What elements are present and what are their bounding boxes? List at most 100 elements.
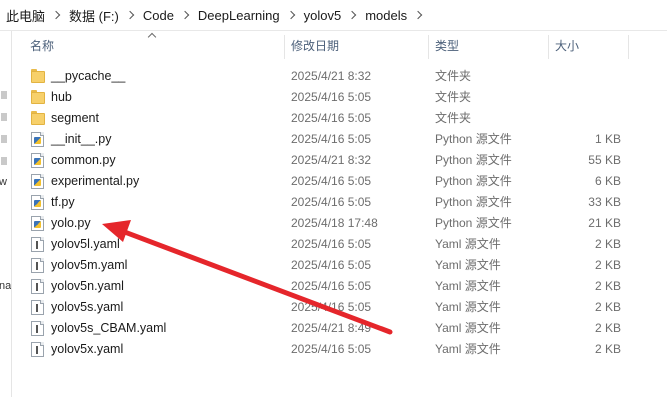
- yaml-file-icon: [31, 279, 44, 294]
- file-size: [553, 108, 621, 129]
- navigation-pane[interactable]: w na: [0, 31, 12, 397]
- file-row[interactable]: yolov5s.yaml 2025/4/16 5:05 Yaml 源文件 2 KB: [13, 297, 667, 318]
- chevron-right-icon[interactable]: [180, 9, 192, 21]
- column-header-type[interactable]: 类型: [435, 31, 459, 62]
- file-type: Yaml 源文件: [435, 279, 501, 293]
- python-file-icon: [31, 195, 44, 210]
- yaml-file-icon: [31, 342, 44, 357]
- chevron-right-icon[interactable]: [286, 9, 298, 21]
- file-type: Yaml 源文件: [435, 258, 501, 272]
- file-date-modified: 2025/4/16 5:05: [291, 237, 372, 251]
- breadcrumb-label: Code: [142, 7, 174, 23]
- file-name: tf.py: [51, 195, 75, 209]
- breadcrumb-label: yolov5: [303, 7, 342, 23]
- file-date-modified: 2025/4/16 5:05: [291, 111, 372, 125]
- folder-icon: [31, 111, 45, 126]
- file-name: yolov5l.yaml: [51, 237, 120, 251]
- file-name: segment: [51, 111, 99, 125]
- file-row[interactable]: yolo.py 2025/4/18 17:48 Python 源文件 21 KB: [13, 213, 667, 234]
- file-type: 文件夹: [435, 69, 472, 83]
- pin-icon: [1, 113, 7, 121]
- yaml-file-icon: [31, 321, 44, 336]
- file-date-modified: 2025/4/16 5:05: [291, 90, 372, 104]
- file-list[interactable]: 名称 修改日期 类型 大小 __pycache__ 2025/4/21 8:32 文…: [13, 31, 667, 397]
- column-divider[interactable]: [548, 35, 549, 59]
- file-size: 2 KB: [594, 237, 621, 251]
- python-file-icon: [31, 153, 44, 168]
- file-name: experimental.py: [51, 174, 140, 188]
- file-name: yolov5s.yaml: [51, 300, 124, 314]
- yaml-file-icon: [31, 300, 44, 315]
- breadcrumb-label: 此电脑: [6, 8, 46, 24]
- file-name: hub: [51, 90, 72, 104]
- address-bar[interactable]: 此电脑 数据 (F:) Code DeepLearning yolov5 mod…: [0, 0, 667, 31]
- file-row[interactable]: __init__.py 2025/4/16 5:05 Python 源文件 1 KB: [13, 129, 667, 150]
- file-date-modified: 2025/4/21 8:49: [291, 321, 372, 335]
- file-type: Python 源文件: [435, 195, 512, 209]
- file-name: yolo.py: [51, 216, 91, 230]
- file-size: 2 KB: [594, 321, 621, 335]
- file-row[interactable]: yolov5m.yaml 2025/4/16 5:05 Yaml 源文件 2 KB: [13, 255, 667, 276]
- file-date-modified: 2025/4/18 17:48: [291, 216, 378, 230]
- file-type: Yaml 源文件: [435, 342, 501, 356]
- chevron-right-icon[interactable]: [51, 9, 63, 21]
- pin-icon: [1, 135, 7, 143]
- breadcrumb-label: DeepLearning: [197, 7, 280, 23]
- file-date-modified: 2025/4/16 5:05: [291, 342, 372, 356]
- file-type: Yaml 源文件: [435, 237, 501, 251]
- python-file-icon: [31, 174, 44, 189]
- file-name: __init__.py: [51, 132, 112, 146]
- chevron-right-icon[interactable]: [347, 9, 359, 21]
- file-row[interactable]: yolov5l.yaml 2025/4/16 5:05 Yaml 源文件 2 KB: [13, 234, 667, 255]
- file-size: 1 KB: [594, 132, 621, 146]
- breadcrumb-item-drive[interactable]: 数据 (F:): [63, 0, 137, 30]
- pin-icon: [1, 157, 7, 165]
- column-header-row: 名称 修改日期 类型 大小: [13, 31, 667, 62]
- column-divider[interactable]: [284, 35, 285, 59]
- breadcrumb-item-models[interactable]: models: [359, 0, 425, 30]
- column-divider[interactable]: [628, 35, 629, 59]
- chevron-right-icon[interactable]: [413, 9, 425, 21]
- file-row[interactable]: __pycache__ 2025/4/21 8:32 文件夹: [13, 66, 667, 87]
- python-file-icon: [31, 216, 44, 231]
- file-row[interactable]: yolov5n.yaml 2025/4/16 5:05 Yaml 源文件 2 KB: [13, 276, 667, 297]
- sort-ascending-icon: [148, 33, 156, 39]
- chevron-right-icon[interactable]: [125, 9, 137, 21]
- file-type: Yaml 源文件: [435, 300, 501, 314]
- file-size: 2 KB: [594, 342, 621, 356]
- file-size: 55 KB: [588, 153, 621, 167]
- file-type: Python 源文件: [435, 132, 512, 146]
- yaml-file-icon: [31, 258, 44, 273]
- column-header-date[interactable]: 修改日期: [291, 31, 339, 62]
- file-name: yolov5n.yaml: [51, 279, 124, 293]
- file-row[interactable]: yolov5s_CBAM.yaml 2025/4/21 8:49 Yaml 源文件 2…: [13, 318, 667, 339]
- column-header-name[interactable]: 名称: [30, 31, 54, 62]
- nav-item-fragment[interactable]: w: [0, 176, 11, 188]
- file-type: Python 源文件: [435, 216, 512, 230]
- file-row[interactable]: segment 2025/4/16 5:05 文件夹: [13, 108, 667, 129]
- file-row[interactable]: yolov5x.yaml 2025/4/16 5:05 Yaml 源文件 2 KB: [13, 339, 667, 360]
- file-date-modified: 2025/4/16 5:05: [291, 300, 372, 314]
- breadcrumb-item-deeplearning[interactable]: DeepLearning: [192, 0, 298, 30]
- column-header-size[interactable]: 大小: [555, 31, 579, 62]
- file-type: Python 源文件: [435, 174, 512, 188]
- file-row[interactable]: experimental.py 2025/4/16 5:05 Python 源文件 6…: [13, 171, 667, 192]
- breadcrumb-item-code[interactable]: Code: [137, 0, 192, 30]
- yaml-file-icon: [31, 237, 44, 252]
- breadcrumb-item-yolov5[interactable]: yolov5: [298, 0, 360, 30]
- nav-item-fragment[interactable]: na: [0, 280, 11, 292]
- file-size: 33 KB: [588, 195, 621, 209]
- file-size: 2 KB: [594, 258, 621, 272]
- breadcrumb-item-this-pc[interactable]: 此电脑: [0, 0, 63, 30]
- file-size: 2 KB: [594, 279, 621, 293]
- file-type: Python 源文件: [435, 153, 512, 167]
- python-file-icon: [31, 132, 44, 147]
- column-divider[interactable]: [428, 35, 429, 59]
- file-row[interactable]: hub 2025/4/16 5:05 文件夹: [13, 87, 667, 108]
- file-date-modified: 2025/4/16 5:05: [291, 279, 372, 293]
- file-date-modified: 2025/4/16 5:05: [291, 132, 372, 146]
- breadcrumb-label: 数据 (F:): [69, 8, 119, 24]
- file-type: Yaml 源文件: [435, 321, 501, 335]
- file-row[interactable]: tf.py 2025/4/16 5:05 Python 源文件 33 KB: [13, 192, 667, 213]
- file-row[interactable]: common.py 2025/4/21 8:32 Python 源文件 55 KB: [13, 150, 667, 171]
